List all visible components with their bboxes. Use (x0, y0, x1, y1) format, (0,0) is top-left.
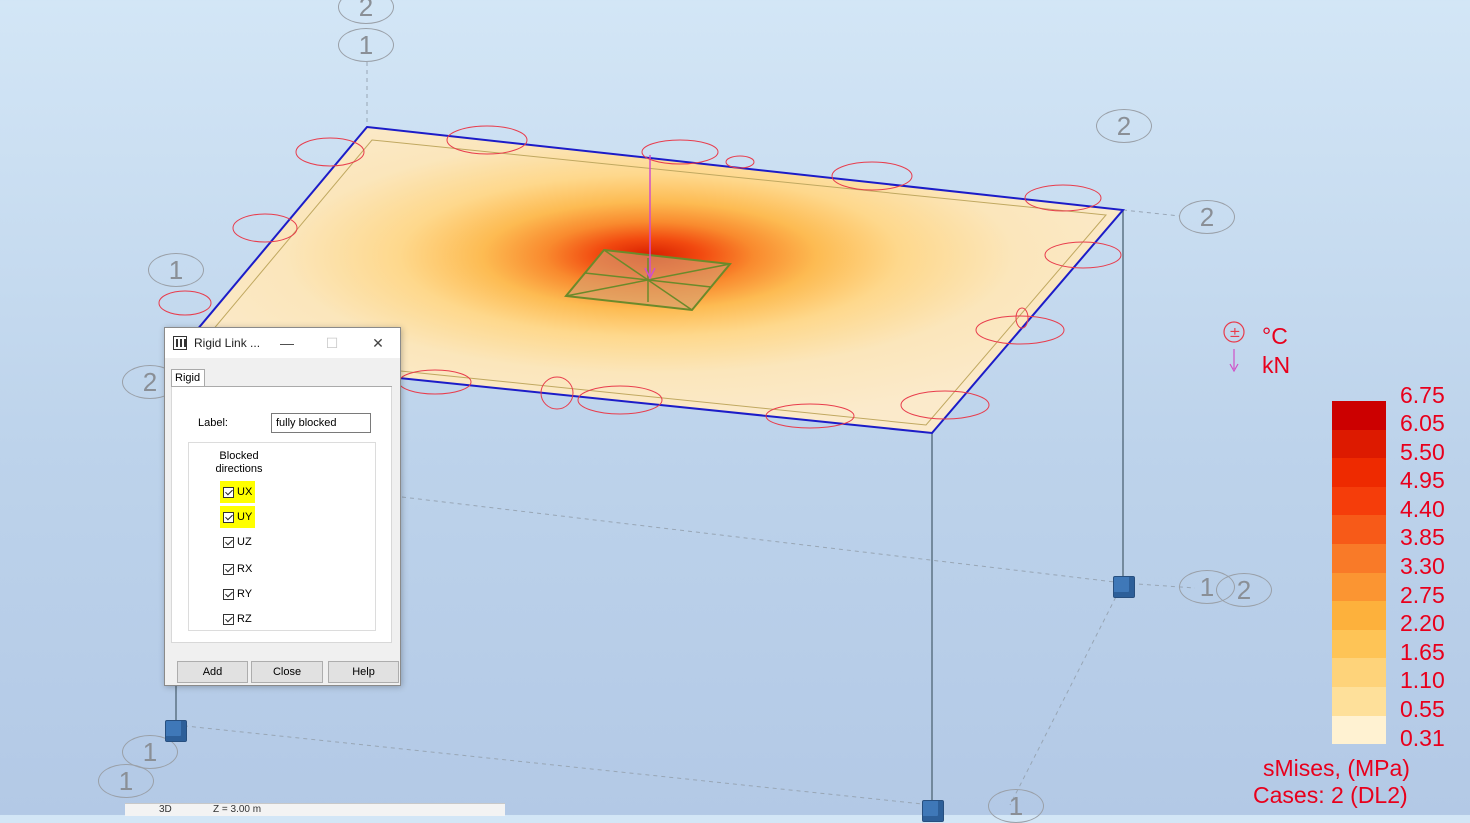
support-node[interactable] (922, 800, 944, 822)
close-button[interactable]: Close (251, 661, 323, 683)
minimize-button[interactable]: — (273, 333, 301, 353)
grid-label: 2 (1179, 200, 1235, 234)
group-title: Blocked directions (215, 450, 263, 475)
scale-value: 3.30 (1400, 553, 1445, 579)
legend-title: sMises, (MPa) (1263, 755, 1410, 781)
scale-value: 6.75 (1400, 382, 1445, 408)
scale-value: 0.55 (1400, 696, 1445, 722)
scale-value: 6.05 (1400, 410, 1445, 436)
grid-label: 1 (98, 764, 154, 798)
grid-label: 1 (988, 789, 1044, 823)
scale-band (1332, 458, 1386, 487)
label-caption: Label: (198, 417, 228, 429)
scale-value: 2.20 (1400, 610, 1445, 636)
dialog-title: Rigid Link ... (194, 336, 261, 350)
scale-value: 2.75 (1400, 582, 1445, 608)
checkbox-label: RZ (237, 613, 252, 625)
grid-label: 1 (148, 253, 204, 287)
scale-value: 5.50 (1400, 439, 1445, 465)
scale-band (1332, 515, 1386, 544)
checkbox-ry[interactable]: RY (223, 585, 252, 603)
scale-band (1332, 686, 1386, 716)
scale-value: 4.40 (1400, 496, 1445, 522)
scale-band (1332, 629, 1386, 659)
maximize-button: ☐ (325, 335, 339, 351)
close-window-button[interactable]: ✕ (364, 333, 392, 353)
grid-label: 2 (1216, 573, 1272, 607)
scale-value: 1.10 (1400, 667, 1445, 693)
checkbox-box[interactable] (223, 486, 234, 498)
checkbox-rx[interactable]: RX (223, 560, 252, 578)
temperature-unit: °C (1262, 323, 1288, 349)
dialog-titlebar[interactable]: Rigid Link ... — ☐ ✕ (165, 328, 400, 358)
label-field[interactable]: fully blocked (271, 413, 371, 433)
grid-label: 2 (1096, 109, 1152, 143)
scale-value: 1.65 (1400, 639, 1445, 665)
scale-band (1332, 715, 1386, 745)
level-label[interactable]: Z = 3.00 m (213, 804, 261, 815)
tab-rigid[interactable]: Rigid (171, 369, 205, 387)
app-icon (173, 336, 187, 350)
force-unit: kN (1262, 352, 1291, 378)
checkbox-label: UZ (237, 536, 252, 548)
checkbox-box[interactable] (223, 563, 234, 575)
color-scale (1332, 401, 1386, 745)
scale-band (1332, 401, 1386, 430)
legend-cases: Cases: 2 (DL2) (1253, 782, 1408, 808)
checkbox-rz[interactable]: RZ (223, 610, 252, 628)
view-mode-label[interactable]: 3D (159, 804, 172, 815)
checkbox-ux[interactable]: UX (220, 481, 256, 503)
grid-label: 1 (338, 28, 394, 62)
checkbox-uz[interactable]: UZ (223, 533, 252, 551)
scale-band (1332, 601, 1386, 630)
checkbox-box[interactable] (223, 511, 234, 523)
checkbox-box[interactable] (223, 613, 234, 625)
scale-value: 0.31 (1400, 725, 1445, 751)
scale-band (1332, 572, 1386, 602)
checkbox-label: UY (237, 511, 253, 523)
checkbox-label: RY (237, 588, 253, 600)
checkbox-uy[interactable]: UY (220, 506, 256, 528)
svg-text:±: ± (1229, 325, 1241, 341)
temperature-load-icon: ± (1222, 321, 1248, 382)
scale-band (1332, 486, 1386, 516)
support-node[interactable] (165, 720, 187, 742)
checkbox-label: UX (237, 486, 253, 498)
help-button[interactable]: Help (328, 661, 399, 683)
scale-band (1332, 658, 1386, 687)
rigid-link-dialog: Rigid Link ... — ☐ ✕ Rigid Label: fully … (164, 327, 401, 686)
view-toolbar: 3D Z = 3.00 m (125, 803, 505, 816)
add-button[interactable]: Add (177, 661, 248, 683)
checkbox-box[interactable] (223, 536, 234, 548)
checkbox-label: RX (237, 563, 253, 575)
scale-band (1332, 543, 1386, 573)
support-node[interactable] (1113, 576, 1135, 598)
scale-value: 3.85 (1400, 524, 1445, 550)
scale-band (1332, 429, 1386, 459)
checkbox-box[interactable] (223, 588, 234, 600)
scale-value: 4.95 (1400, 467, 1445, 493)
